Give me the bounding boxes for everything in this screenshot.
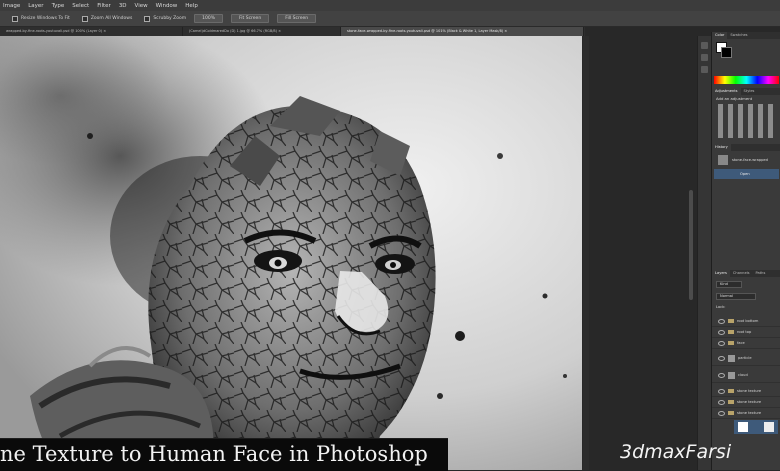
right-panels: Color Swatches Adjustments Styles Add an…: [711, 32, 780, 470]
fit-screen-button[interactable]: Fit Screen: [231, 14, 270, 23]
layer-filter-kind[interactable]: Kind: [716, 281, 742, 288]
pasteboard: [589, 36, 689, 470]
history-open-label: Open: [740, 172, 750, 176]
tab-history[interactable]: History: [712, 144, 731, 151]
folder-icon: [728, 330, 734, 334]
options-bar: Resize Windows To Fit Zoom All Windows S…: [0, 11, 780, 27]
color-ramp[interactable]: [714, 76, 779, 84]
layer-name: stone texture: [737, 411, 762, 415]
doc-tab-active[interactable]: stone-face-wrapped-by-fine-roots-youtuva…: [341, 27, 584, 36]
layer-name: face: [737, 341, 745, 345]
scrubby-zoom-label: Scrubby Zoom: [153, 16, 187, 21]
zoom-100-button[interactable]: 100%: [194, 14, 223, 23]
layer-row[interactable]: face: [712, 338, 780, 349]
eye-icon[interactable]: [718, 318, 725, 324]
adjustments-tabs: Adjustments Styles: [712, 88, 780, 95]
folder-icon: [728, 341, 734, 345]
layer-name: stone texture: [737, 400, 762, 404]
menu-3d[interactable]: 3D: [119, 3, 127, 9]
color-panel-tabs: Color Swatches: [712, 32, 780, 39]
eye-icon[interactable]: [718, 355, 725, 361]
panel-icon-strip: [697, 36, 711, 470]
resize-windows-label: Resize Windows To Fit: [21, 16, 70, 21]
layer-row[interactable]: stone texture: [712, 408, 780, 419]
checkbox-icon: [12, 15, 18, 22]
history-item-open[interactable]: Open: [714, 169, 779, 179]
background-color-swatch[interactable]: [721, 47, 732, 58]
panel-icon-1[interactable]: [701, 42, 708, 49]
layer-row[interactable]: root top: [712, 327, 780, 338]
selected-layer-row[interactable]: [734, 420, 778, 434]
tab-channels[interactable]: Channels: [730, 270, 753, 277]
eye-icon[interactable]: [718, 372, 725, 378]
stone-face-artwork: [0, 36, 582, 470]
checkbox-icon: [81, 15, 88, 22]
eye-icon[interactable]: [718, 388, 725, 394]
zoom-all-windows-checkbox[interactable]: Zoom All Windows: [81, 15, 133, 22]
tab-color[interactable]: Color: [712, 32, 728, 39]
tab-layers[interactable]: Layers: [712, 270, 730, 277]
panel-icon-2[interactable]: [701, 54, 708, 61]
history-thumbnail: [718, 155, 728, 165]
scrollbar-thumb[interactable]: [689, 190, 693, 300]
add-adjustment-label: Add an adjustment: [716, 96, 753, 101]
layer-name: root top: [737, 330, 752, 334]
layer-mask-thumbnail: [738, 422, 748, 432]
document-tabs: wrapped-by-fine-roots-youtuvali.psd @ 10…: [0, 27, 585, 36]
layer-row[interactable]: cloud: [712, 368, 780, 383]
menu-bar: Image Layer Type Select Filter 3D View W…: [0, 0, 780, 11]
layer-row[interactable]: stone texture: [712, 386, 780, 397]
scrubby-zoom-checkbox[interactable]: Scrubby Zoom: [144, 15, 187, 22]
doc-tab-2[interactable]: (Camel)dColdmaredDo (D) 1.jpg @ 66.7% (R…: [183, 27, 341, 36]
layer-name: stone texture: [737, 389, 762, 393]
menu-layer[interactable]: Layer: [28, 3, 43, 9]
layers-tabs: Layers Channels Paths: [712, 270, 780, 277]
layer-name: cloud: [738, 373, 748, 377]
layer-thumbnail: [728, 371, 735, 379]
menu-help[interactable]: Help: [185, 3, 198, 9]
menu-window[interactable]: Window: [156, 3, 178, 9]
tutorial-title: ne Texture to Human Face in Photoshop: [0, 442, 428, 466]
tab-adjustments[interactable]: Adjustments: [712, 88, 741, 95]
layer-thumbnail: [728, 354, 735, 362]
folder-icon: [728, 400, 734, 404]
adjustment-icons-grid[interactable]: [718, 104, 778, 138]
fill-screen-button[interactable]: Fill Screen: [277, 14, 317, 23]
menu-type[interactable]: Type: [52, 3, 65, 9]
history-item-snapshot[interactable]: stone-face-wrapped: [714, 153, 779, 167]
folder-icon: [728, 389, 734, 393]
layer-name: root bottom: [737, 319, 759, 323]
tab-paths[interactable]: Paths: [753, 270, 769, 277]
zoom-all-windows-label: Zoom All Windows: [90, 16, 133, 21]
menu-view[interactable]: View: [135, 3, 148, 9]
layer-row[interactable]: root bottom: [712, 316, 780, 327]
blend-mode-select[interactable]: Normal: [716, 293, 756, 300]
doc-tab-1[interactable]: wrapped-by-fine-roots-youtuvali.psd @ 10…: [0, 27, 183, 36]
lock-label: Lock:: [716, 305, 726, 309]
layer-row[interactable]: particle: [712, 351, 780, 366]
menu-filter[interactable]: Filter: [97, 3, 111, 9]
folder-icon: [728, 319, 734, 323]
menu-select[interactable]: Select: [72, 3, 89, 9]
tab-swatches[interactable]: Swatches: [727, 32, 750, 39]
history-tabs: History: [712, 144, 780, 151]
eye-icon[interactable]: [718, 329, 725, 335]
folder-icon: [728, 411, 734, 415]
history-snapshot-label: stone-face-wrapped: [732, 158, 768, 162]
panel-icon-3[interactable]: [701, 66, 708, 73]
layer-name: particle: [738, 356, 752, 360]
menu-image[interactable]: Image: [3, 3, 20, 9]
resize-windows-checkbox[interactable]: Resize Windows To Fit: [12, 15, 70, 22]
eye-icon[interactable]: [718, 399, 725, 405]
layer-row[interactable]: stone texture: [712, 397, 780, 408]
eye-icon[interactable]: [718, 410, 725, 416]
watermark-logo: 3dmaxFarsi: [620, 441, 732, 463]
layer-thumbnail: [764, 422, 774, 432]
checkbox-icon: [144, 15, 151, 22]
tab-styles[interactable]: Styles: [741, 88, 758, 95]
eye-icon[interactable]: [718, 340, 725, 346]
document-canvas[interactable]: [0, 36, 582, 470]
